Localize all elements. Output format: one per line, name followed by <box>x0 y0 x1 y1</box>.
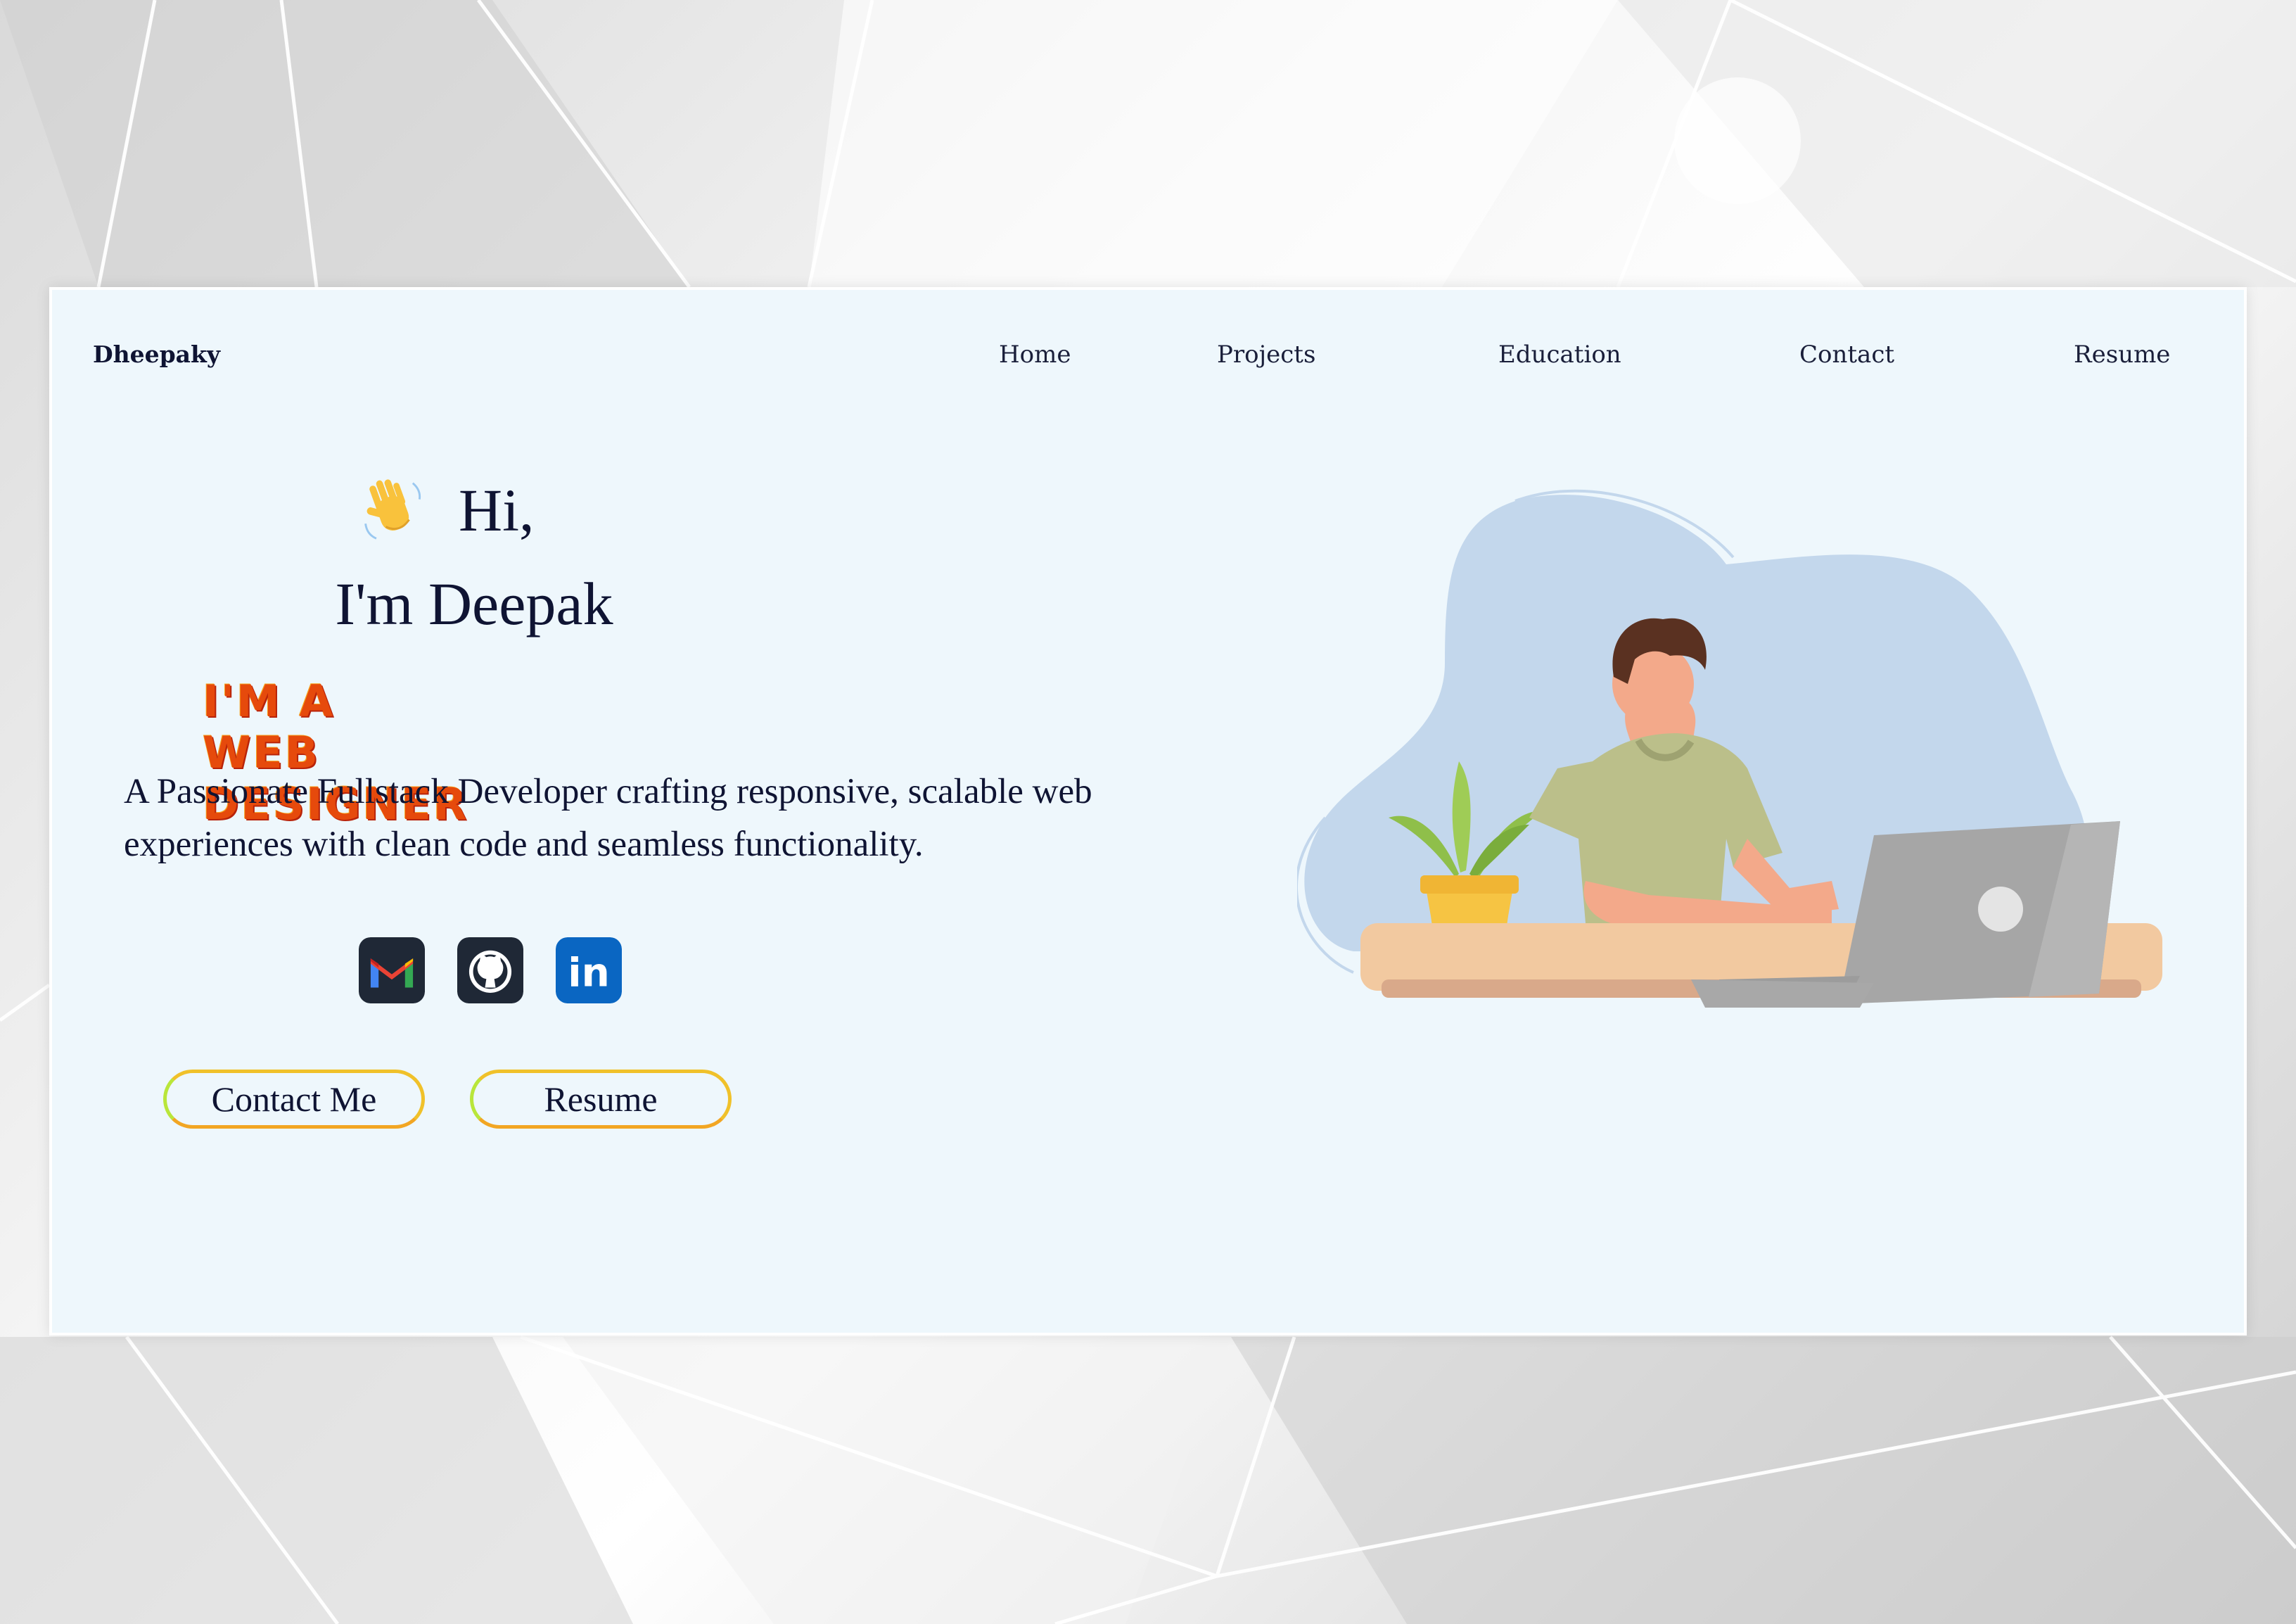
top-navigation: Home Projects Education Contact Resume <box>52 341 2244 376</box>
svg-text:in: in <box>568 951 609 996</box>
nav-education[interactable]: Education <box>1498 341 1621 369</box>
github-icon[interactable] <box>457 937 523 1003</box>
social-links: in <box>359 937 622 1003</box>
linkedin-icon[interactable]: in <box>556 937 622 1003</box>
greeting: Hi, <box>359 471 535 549</box>
developer-at-laptop-illustration <box>1297 489 2162 1008</box>
contact-me-button[interactable]: Contact Me <box>163 1070 425 1129</box>
gmail-icon[interactable] <box>359 937 425 1003</box>
greeting-text: Hi, <box>459 476 535 544</box>
cta-buttons: Contact Me Resume <box>163 1070 732 1129</box>
hero-tagline: A Passionate Fullstack Developer craftin… <box>124 772 1092 864</box>
nav-contact[interactable]: Contact <box>1799 341 1894 369</box>
nav-resume[interactable]: Resume <box>2074 341 2170 369</box>
portfolio-page: Dheepaky Home Projects Education Contact… <box>49 287 2247 1336</box>
nav-projects[interactable]: Projects <box>1217 341 1315 369</box>
resume-button[interactable]: Resume <box>470 1070 732 1129</box>
waving-hand-icon <box>364 479 421 540</box>
hero-name: I'm Deepak <box>335 570 613 637</box>
nav-home[interactable]: Home <box>999 341 1071 369</box>
